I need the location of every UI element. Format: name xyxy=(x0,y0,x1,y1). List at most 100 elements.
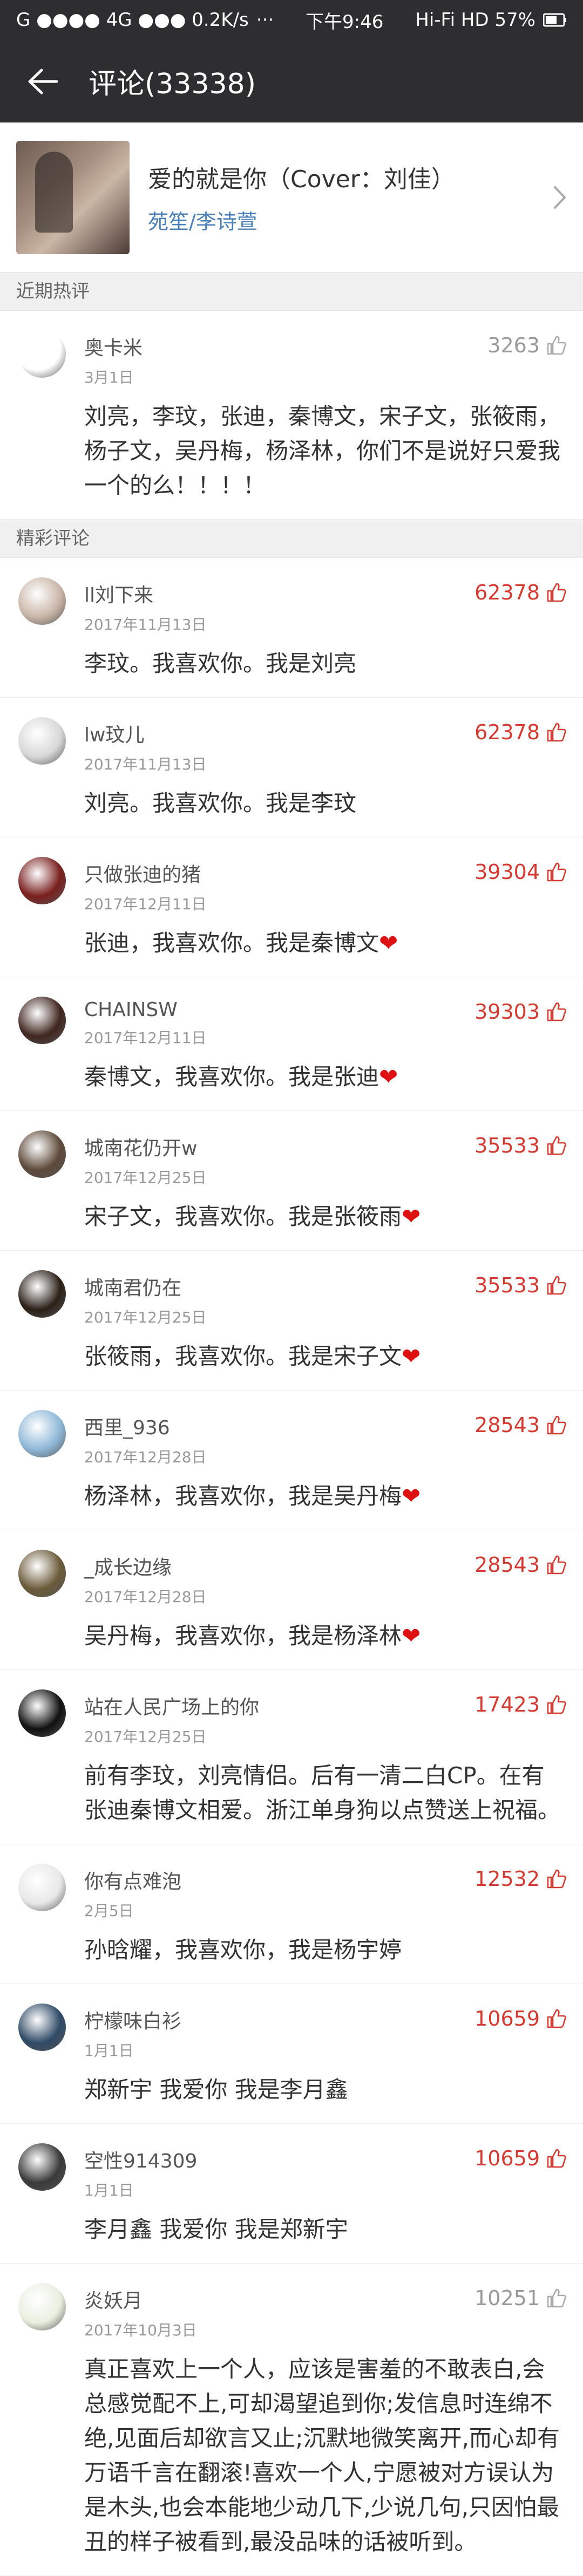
avatar[interactable] xyxy=(18,717,66,765)
avatar[interactable] xyxy=(18,330,66,378)
arrow-left-icon xyxy=(28,69,58,94)
thumbs-up-icon xyxy=(547,2009,566,2028)
heart-emoji: ❤ xyxy=(402,1623,421,1649)
song-card[interactable]: 爱的就是你（Cover：刘佳） 苑笙/李诗萱 xyxy=(0,122,583,272)
comment-text[interactable]: 宋子文，我喜欢你。我是张筱雨❤ xyxy=(84,1200,567,1250)
like-button[interactable]: 10659 xyxy=(474,2007,567,2030)
like-count: 35533 xyxy=(474,1134,540,1157)
avatar[interactable] xyxy=(18,1550,66,1597)
back-button[interactable] xyxy=(18,57,67,106)
heart-emoji: ❤ xyxy=(402,1343,421,1369)
heart-emoji: ❤ xyxy=(402,1203,421,1230)
like-button[interactable]: 39304 xyxy=(474,860,567,884)
like-count: 62378 xyxy=(474,581,540,604)
thumbs-up-icon xyxy=(547,2149,566,2168)
comment-date: 1月1日 xyxy=(84,2042,134,2060)
thumbs-up-icon xyxy=(547,1276,566,1295)
song-artist-link[interactable]: 苑笙/李诗萱 xyxy=(148,205,455,235)
comment-text[interactable]: 张筱雨，我喜欢你。我是宋子文❤ xyxy=(84,1339,567,1390)
like-button[interactable]: 62378 xyxy=(474,720,567,744)
comment-item: _成长边缘 2017年12月28日 吴丹梅，我喜欢你，我是杨泽林❤ 28543 xyxy=(0,1530,583,1670)
status-left-text: G ●●●● 4G ●●● 0.2K/s xyxy=(16,9,249,31)
header: G ●●●● 4G ●●● 0.2K/s ··· 下午9:46 Hi-Fi HD… xyxy=(0,0,583,122)
like-count: 28543 xyxy=(474,1413,540,1437)
comment-text[interactable]: 郑新宇 我爱你 我是李月鑫 xyxy=(84,2073,567,2123)
comment-text[interactable]: 刘亮，李玟，张迪，秦博文，宋子文，张筱雨，杨子文，吴丹梅，杨泽林，你们不是说好只… xyxy=(84,399,567,519)
avatar[interactable] xyxy=(18,1410,66,1457)
comment-text[interactable]: 刘亮。我喜欢你。我是李玟 xyxy=(84,786,567,837)
song-title: 爱的就是你（Cover：刘佳） xyxy=(148,166,455,193)
avatar[interactable] xyxy=(18,577,66,625)
comment-item: 奥卡米 3月1日 刘亮，李玟，张迪，秦博文，宋子文，张筱雨，杨子文，吴丹梅，杨泽林，… xyxy=(0,311,583,520)
like-button[interactable]: 28543 xyxy=(474,1413,567,1437)
comment-text[interactable]: 吴丹梅，我喜欢你，我是杨泽林❤ xyxy=(84,1619,567,1669)
thumbs-up-icon xyxy=(547,583,566,602)
like-count: 10659 xyxy=(474,2007,540,2030)
status-bar: G ●●●● 4G ●●● 0.2K/s ··· 下午9:46 Hi-Fi HD… xyxy=(0,0,583,40)
comment-item: 站在人民广场上的你 2017年12月25日 前有李玟，刘亮情侣。后有一清二白CP。在… xyxy=(0,1670,583,1844)
status-right-text: Hi-Fi HD 57% xyxy=(415,9,535,31)
avatar[interactable] xyxy=(18,1864,66,1911)
comment-text[interactable]: 孙晗耀，我喜欢你，我是杨宇婷 xyxy=(84,1933,567,1984)
avatar[interactable] xyxy=(18,857,66,904)
avatar[interactable] xyxy=(18,2283,66,2330)
comment-text[interactable]: 真正喜欢上一个人，应该是害羞的不敢表白,会总感觉配不上,可却渴望追到你;发信息时… xyxy=(84,2352,567,2575)
avatar[interactable] xyxy=(18,1270,66,1318)
comment-body: 郑新宇 我爱你 我是李月鑫 xyxy=(84,2076,348,2103)
comment-item: ll刘下来 2017年11月13日 李玟。我喜欢你。我是刘亮 62378 xyxy=(0,558,583,698)
comment-text[interactable]: 杨泽林，我喜欢你，我是吴丹梅❤ xyxy=(84,1479,567,1530)
like-button[interactable]: 17423 xyxy=(474,1693,567,1716)
comment-item: 西里_936 2017年12月28日 杨泽林，我喜欢你，我是吴丹梅❤ 28543 xyxy=(0,1391,583,1530)
recent-comment-list: 奥卡米 3月1日 刘亮，李玟，张迪，秦博文，宋子文，张筱雨，杨子文，吴丹梅，杨泽林，… xyxy=(0,311,583,520)
comment-body: 李月鑫 我爱你 我是郑新宇 xyxy=(84,2216,348,2243)
like-button[interactable]: 28543 xyxy=(474,1553,567,1577)
comment-body: 孙晗耀，我喜欢你，我是杨宇婷 xyxy=(84,1937,402,1963)
comment-body: 刘亮。我喜欢你。我是李玟 xyxy=(84,790,357,816)
comment-body: 刘亮，李玟，张迪，秦博文，宋子文，张筱雨，杨子文，吴丹梅，杨泽林，你们不是说好只… xyxy=(84,403,561,499)
comment-text[interactable]: 前有李玟，刘亮情侣。后有一清二白CP。在有张迪秦博文相爱。浙江单身狗以点赞送上祝… xyxy=(84,1759,567,1844)
comment-date: 3月1日 xyxy=(84,369,134,386)
comment-date: 2017年10月3日 xyxy=(84,2321,197,2339)
thumbs-up-icon xyxy=(547,862,566,882)
comment-date: 2017年11月13日 xyxy=(84,755,207,773)
thumbs-up-icon xyxy=(547,1695,566,1714)
avatar[interactable] xyxy=(18,997,66,1044)
avatar[interactable] xyxy=(18,1130,66,1178)
comment-text[interactable]: 李玟。我喜欢你。我是刘亮 xyxy=(84,646,567,697)
comment-body: 张筱雨，我喜欢你。我是宋子文 xyxy=(84,1343,402,1369)
avatar[interactable] xyxy=(18,1689,66,1737)
thumbs-up-icon xyxy=(547,1415,566,1435)
heart-emoji: ❤ xyxy=(379,930,398,956)
like-button[interactable]: 10251 xyxy=(474,2286,567,2310)
like-button[interactable]: 35533 xyxy=(474,1273,567,1297)
comment-body: 杨泽林，我喜欢你，我是吴丹梅 xyxy=(84,1483,402,1509)
like-count: 10251 xyxy=(474,2286,540,2310)
like-button[interactable]: 3263 xyxy=(487,333,567,357)
like-count: 12532 xyxy=(474,1867,540,1891)
thumbs-up-icon xyxy=(547,1869,566,1889)
avatar[interactable] xyxy=(18,2143,66,2191)
avatar[interactable] xyxy=(18,2003,66,2051)
comment-item: lw玟儿 2017年11月13日 刘亮。我喜欢你。我是李玟 62378 xyxy=(0,698,583,837)
like-button[interactable]: 12532 xyxy=(474,1867,567,1891)
section-featured-label: 精彩评论 xyxy=(0,520,583,558)
album-cover xyxy=(16,140,130,254)
page-title: 评论(33338) xyxy=(89,68,256,100)
like-button[interactable]: 10659 xyxy=(474,2146,567,2170)
comment-item: 炎妖月 2017年10月3日 真正喜欢上一个人，应该是害羞的不敢表白,会总感觉配不上… xyxy=(0,2264,583,2576)
comment-body: 秦博文，我喜欢你。我是张迪 xyxy=(84,1064,379,1090)
comment-item: CHAINSW 2017年12月11日 秦博文，我喜欢你。我是张迪❤ 39303 xyxy=(0,977,583,1111)
comment-item: 柠檬味白衫 1月1日 郑新宇 我爱你 我是李月鑫 10659 xyxy=(0,1984,583,2124)
comment-body: 张迪，我喜欢你。我是秦博文 xyxy=(84,930,379,956)
comment-text[interactable]: 李月鑫 我爱你 我是郑新宇 xyxy=(84,2212,567,2263)
like-button[interactable]: 39303 xyxy=(474,1000,567,1024)
thumbs-up-icon xyxy=(547,1002,566,1021)
like-count: 28543 xyxy=(474,1553,540,1577)
comment-text[interactable]: 秦博文，我喜欢你。我是张迪❤ xyxy=(84,1060,567,1110)
comment-text[interactable]: 张迪，我喜欢你。我是秦博文❤ xyxy=(84,926,567,977)
comment-date: 2月5日 xyxy=(84,1902,134,1920)
thumbs-up-icon xyxy=(547,1555,566,1575)
like-button[interactable]: 35533 xyxy=(474,1134,567,1157)
comment-body: 宋子文，我喜欢你。我是张筱雨 xyxy=(84,1203,402,1230)
like-button[interactable]: 62378 xyxy=(474,581,567,604)
